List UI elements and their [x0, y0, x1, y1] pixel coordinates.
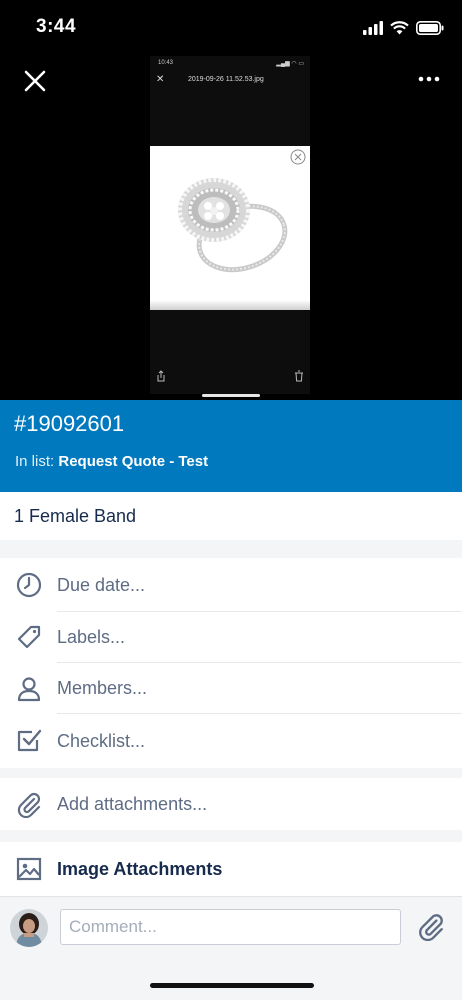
user-avatar-photo — [10, 909, 48, 947]
inner-share-icon — [157, 370, 165, 382]
list-name[interactable]: Request Quote - Test — [58, 453, 208, 470]
battery-icon — [416, 21, 444, 35]
paperclip-icon — [17, 792, 41, 818]
status-time: 3:44 — [36, 16, 77, 37]
add-attachments-label: Add attachments... — [57, 794, 208, 814]
labels-row[interactable]: Labels... — [0, 612, 462, 663]
comment-bar — [0, 896, 462, 1000]
tag-icon — [17, 625, 41, 649]
due-date-row[interactable]: Due date... — [0, 558, 462, 612]
attachment-preview: 3:44 10:43 ▂▄▆ ◠ ▭ ✕ 2019-09-26 11.52.53… — [0, 0, 462, 400]
card-actions: Due date... Labels... Members... Checkli… — [0, 558, 462, 768]
checkbox-icon — [17, 729, 42, 752]
checklist-row[interactable]: Checklist... — [0, 714, 462, 768]
inner-status-time: 10:43 — [158, 60, 174, 66]
members-label: Members... — [57, 678, 148, 698]
ring-image — [150, 146, 310, 310]
preview-home-indicator — [202, 394, 260, 397]
avatar[interactable] — [10, 909, 48, 947]
checklist-label: Checklist... — [57, 731, 146, 751]
image-attachments-row[interactable]: Image Attachments — [0, 842, 462, 896]
attachment-image-screenshot[interactable]: 10:43 ▂▄▆ ◠ ▭ ✕ 2019-09-26 11.52.53.jpg — [150, 56, 310, 394]
attach-comment-icon[interactable] — [416, 911, 446, 941]
comment-input[interactable] — [60, 909, 401, 945]
image-icon — [16, 857, 42, 881]
status-icons — [363, 18, 444, 38]
ring-photo — [178, 149, 306, 273]
inner-file-name: 2019-09-26 11.52.53.jpg — [188, 76, 264, 83]
close-icon[interactable] — [22, 68, 48, 94]
in-list-prefix: In list: — [15, 453, 55, 470]
signal-icon — [363, 21, 383, 35]
members-row[interactable]: Members... — [0, 663, 462, 714]
card-title[interactable]: 1 Female Band — [14, 506, 136, 527]
card-title-row[interactable]: 1 Female Band — [0, 492, 462, 540]
clock-icon — [16, 572, 42, 598]
person-icon — [17, 677, 41, 702]
labels-label: Labels... — [57, 627, 126, 647]
inner-close-icon: ✕ — [156, 74, 165, 85]
home-indicator — [150, 983, 314, 988]
card-id: #19092601 — [14, 411, 125, 436]
more-options-icon[interactable] — [418, 72, 440, 86]
inner-status-icons: ▂▄▆ ◠ ▭ — [276, 61, 304, 67]
due-date-label: Due date... — [57, 575, 146, 595]
image-shadow — [150, 300, 310, 310]
in-list-line[interactable]: In list: Request Quote - Test — [15, 453, 208, 470]
add-attachments-row[interactable]: Add attachments... — [0, 778, 462, 830]
card-header: #19092601 In list: Request Quote - Test — [0, 400, 462, 492]
image-attachments-label: Image Attachments — [57, 859, 223, 879]
wifi-icon — [390, 21, 409, 35]
inner-trash-icon — [295, 370, 303, 382]
